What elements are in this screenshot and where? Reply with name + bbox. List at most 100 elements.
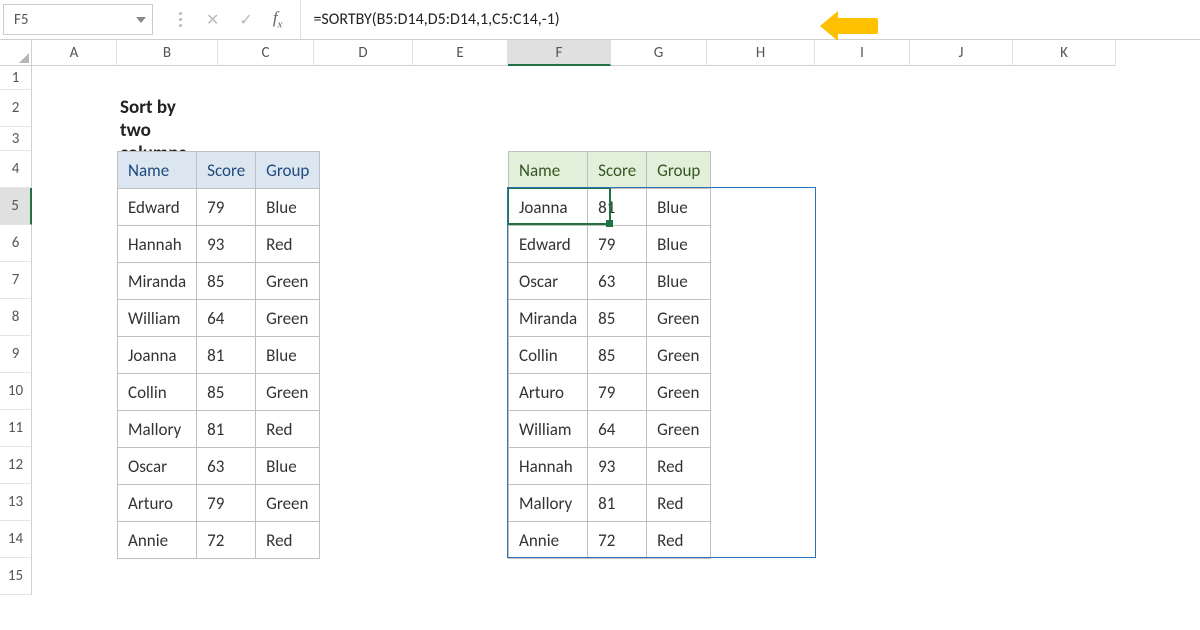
name-box[interactable]: F5 (3, 4, 153, 35)
cell[interactable]: William (509, 411, 588, 448)
cell[interactable]: 81 (197, 337, 256, 374)
cell[interactable]: Red (647, 485, 711, 522)
cell[interactable]: Mallory (118, 411, 197, 448)
col-header-i[interactable]: I (815, 40, 910, 66)
cell[interactable]: 72 (197, 522, 256, 559)
cell[interactable]: Hannah (509, 448, 588, 485)
col-header-a[interactable]: A (32, 40, 117, 66)
row-header-6[interactable]: 6 (0, 225, 32, 262)
cell[interactable]: Annie (509, 522, 588, 559)
cell[interactable]: Arturo (118, 485, 197, 522)
cell[interactable]: Collin (509, 337, 588, 374)
col-name[interactable]: Name (118, 152, 197, 189)
cell[interactable]: Blue (256, 189, 320, 226)
col-header-j[interactable]: J (910, 40, 1013, 66)
cell[interactable]: Red (256, 411, 320, 448)
col-header-e[interactable]: E (413, 40, 508, 66)
row-header-13[interactable]: 13 (0, 484, 32, 521)
cell[interactable]: Blue (647, 189, 711, 226)
formula-input[interactable]: =SORTBY(B5:D14,D5:D14,1,C5:C14,-1) (301, 0, 1200, 39)
cell[interactable]: Red (256, 522, 320, 559)
cell[interactable]: Collin (118, 374, 197, 411)
select-all-corner[interactable] (0, 40, 32, 66)
row-header-7[interactable]: 7 (0, 262, 32, 299)
col-score[interactable]: Score (588, 152, 647, 189)
cell[interactable]: 81 (588, 189, 647, 226)
col-group[interactable]: Group (256, 152, 320, 189)
cell[interactable]: Oscar (118, 448, 197, 485)
cell[interactable]: 63 (197, 448, 256, 485)
cell[interactable]: 79 (197, 189, 256, 226)
cell[interactable]: Edward (118, 189, 197, 226)
cell[interactable]: Edward (509, 226, 588, 263)
cell[interactable]: Green (647, 337, 711, 374)
cell[interactable]: 79 (588, 374, 647, 411)
cell[interactable]: 85 (197, 374, 256, 411)
cell[interactable]: Green (256, 374, 320, 411)
cell[interactable]: Joanna (118, 337, 197, 374)
col-header-h[interactable]: H (707, 40, 815, 66)
col-score[interactable]: Score (197, 152, 256, 189)
cell[interactable]: Mallory (509, 485, 588, 522)
cell[interactable]: Red (256, 226, 320, 263)
cell[interactable]: Green (647, 374, 711, 411)
cell[interactable]: Joanna (509, 189, 588, 226)
row-header-11[interactable]: 11 (0, 410, 32, 447)
cell[interactable]: 81 (588, 485, 647, 522)
row-header-14[interactable]: 14 (0, 521, 32, 558)
row-header-8[interactable]: 8 (0, 299, 32, 336)
cell[interactable]: Blue (256, 448, 320, 485)
cell[interactable]: Green (256, 485, 320, 522)
cell[interactable]: 79 (588, 226, 647, 263)
col-name[interactable]: Name (509, 152, 588, 189)
col-header-k[interactable]: K (1013, 40, 1116, 66)
cell[interactable]: Blue (647, 226, 711, 263)
cell[interactable]: 93 (197, 226, 256, 263)
cell[interactable]: 85 (588, 300, 647, 337)
cell[interactable]: 81 (197, 411, 256, 448)
cell[interactable]: Arturo (509, 374, 588, 411)
cell[interactable]: Blue (256, 337, 320, 374)
col-group[interactable]: Group (647, 152, 711, 189)
col-header-c[interactable]: C (218, 40, 314, 66)
fx-icon[interactable]: fx (273, 8, 283, 30)
cell[interactable]: 85 (588, 337, 647, 374)
cell[interactable]: 93 (588, 448, 647, 485)
confirm-icon[interactable]: ✓ (239, 10, 252, 30)
chevron-down-icon[interactable] (136, 17, 146, 23)
row-header-9[interactable]: 9 (0, 336, 32, 373)
cell[interactable]: 72 (588, 522, 647, 559)
cell[interactable]: William (118, 300, 197, 337)
row-header-4[interactable]: 4 (0, 151, 32, 188)
cell[interactable]: 64 (197, 300, 256, 337)
cancel-icon[interactable]: ✕ (206, 10, 219, 30)
cell[interactable]: Blue (647, 263, 711, 300)
row-header-5[interactable]: 5 (0, 188, 32, 225)
cell[interactable]: Miranda (118, 263, 197, 300)
cell[interactable]: Green (256, 300, 320, 337)
cell[interactable]: 85 (197, 263, 256, 300)
col-header-b[interactable]: B (117, 40, 218, 66)
cell[interactable]: 63 (588, 263, 647, 300)
cell[interactable]: 64 (588, 411, 647, 448)
col-header-d[interactable]: D (314, 40, 413, 66)
row-header-1[interactable]: 1 (0, 66, 32, 90)
cell[interactable]: Green (256, 263, 320, 300)
row-header-2[interactable]: 2 (0, 90, 32, 127)
cell[interactable]: Green (647, 411, 711, 448)
cell[interactable]: 79 (197, 485, 256, 522)
cell[interactable]: Red (647, 448, 711, 485)
cell[interactable]: Red (647, 522, 711, 559)
row-header-10[interactable]: 10 (0, 373, 32, 410)
row-header-15[interactable]: 15 (0, 558, 32, 595)
col-header-g[interactable]: G (611, 40, 707, 66)
cell[interactable]: Green (647, 300, 711, 337)
cell[interactable]: Oscar (509, 263, 588, 300)
row-header-12[interactable]: 12 (0, 447, 32, 484)
more-icon[interactable] (174, 0, 186, 39)
cell[interactable]: Hannah (118, 226, 197, 263)
col-header-f[interactable]: F (508, 40, 611, 66)
cell[interactable]: Miranda (509, 300, 588, 337)
row-header-3[interactable]: 3 (0, 127, 32, 151)
cell[interactable]: Annie (118, 522, 197, 559)
